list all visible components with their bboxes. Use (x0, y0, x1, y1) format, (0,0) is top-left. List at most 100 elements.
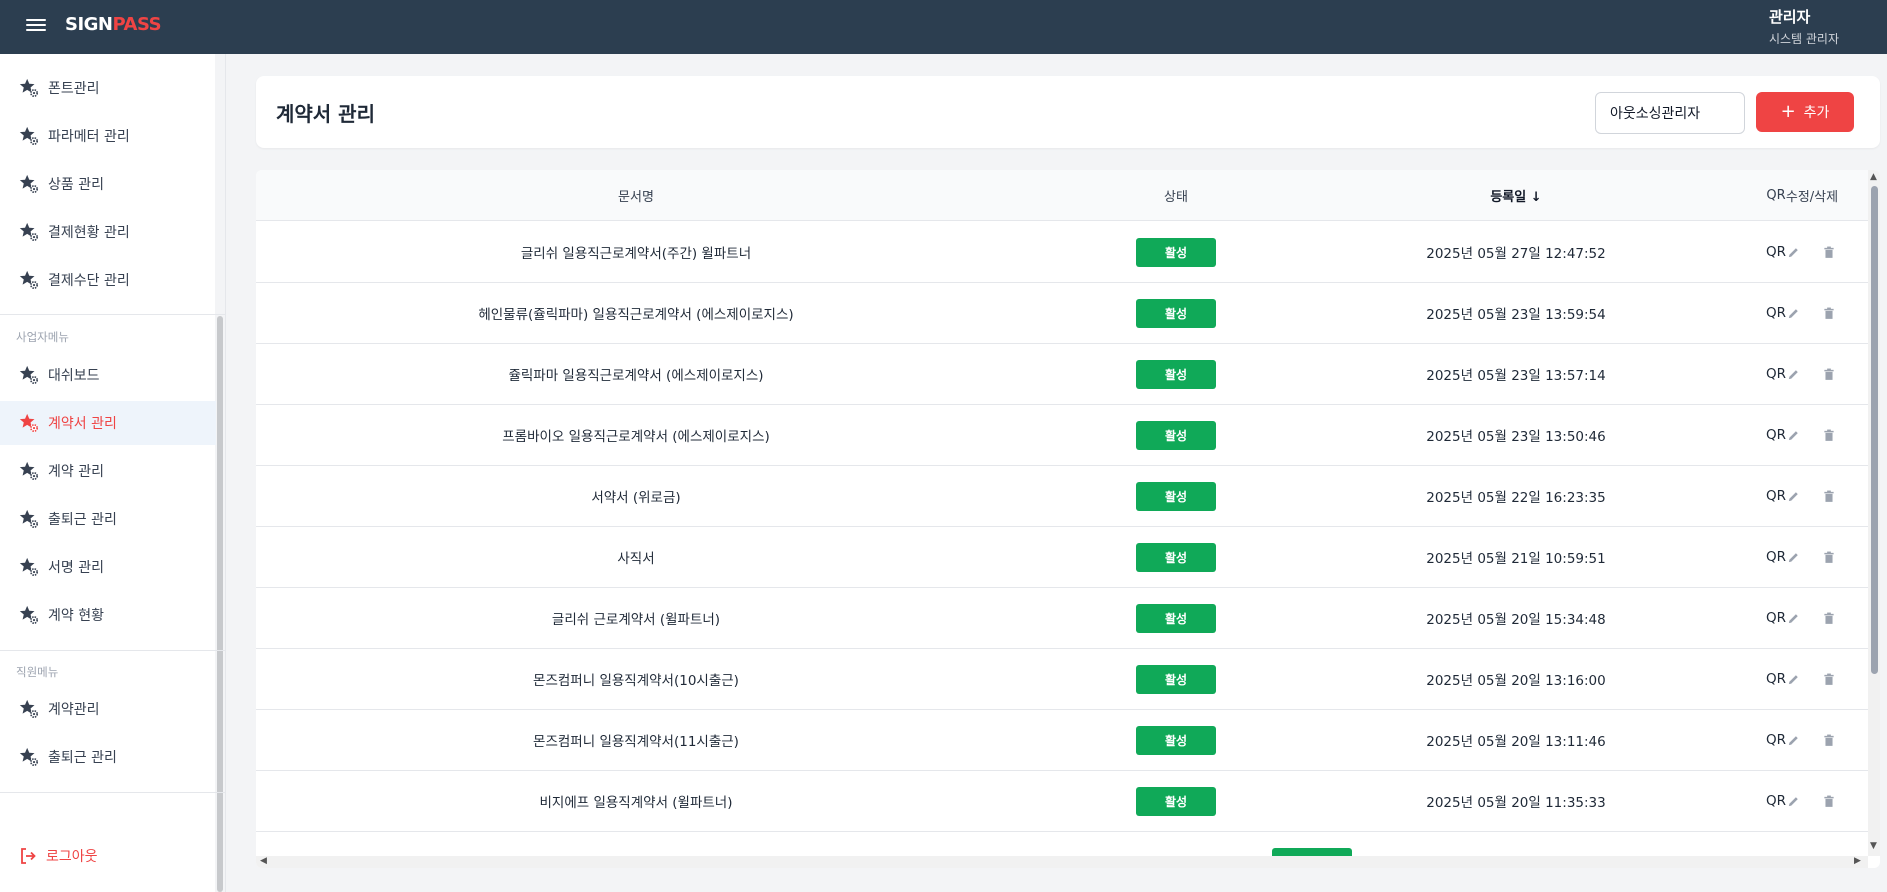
sidebar-divider (0, 792, 226, 793)
user-info[interactable]: 관리자 시스템 관리자 (1769, 6, 1839, 47)
edit-cell (1783, 649, 1803, 709)
sidebar-item[interactable]: 계약서 관리 (0, 401, 216, 445)
star-gear-icon (18, 77, 40, 99)
scroll-right-arrow-icon[interactable]: ▶ (1854, 857, 1861, 866)
column-header-date[interactable]: 등록일 ↓ (1336, 170, 1696, 221)
status-badge: 활성 (1136, 298, 1216, 328)
cell-document-name[interactable]: 쥴릭파마 일용직근로계약서 (에스제이로지스) (256, 344, 1016, 404)
sidebar-item[interactable]: 대쉬보드 (0, 353, 216, 397)
cell-status: 활성 (1016, 283, 1336, 343)
delete-cell (1819, 405, 1839, 465)
delete-trash-icon[interactable] (1820, 548, 1838, 566)
delete-trash-icon[interactable] (1820, 365, 1838, 383)
filter-select[interactable]: 아웃소싱관리자 (1595, 92, 1745, 134)
edit-pencil-icon[interactable] (1784, 365, 1802, 383)
scroll-up-arrow-icon[interactable]: ▲ (1870, 173, 1877, 182)
cell-document-name[interactable]: 몬즈컴퍼니 일용직계약서(10시출근) (256, 649, 1016, 709)
cell-status: 활성 (1016, 588, 1336, 648)
table-row[interactable]: 글리쉬 근로계약서 (윌파트너) 활성 2025년 05월 20일 15:34:48… (256, 588, 1868, 649)
table-row[interactable]: 서약서 (위로금) 활성 2025년 05월 22일 16:23:35 QR (256, 466, 1868, 527)
sidebar-item[interactable]: 상품 관리 (0, 162, 216, 206)
edit-pencil-icon[interactable] (1784, 304, 1802, 322)
table-row[interactable]: 사직서 활성 2025년 05월 21일 10:59:51 QR (256, 527, 1868, 588)
delete-cell (1819, 466, 1839, 526)
cell-document-name[interactable]: 프롬바이오 일용직근로계약서 (에스제이로지스) (256, 405, 1016, 465)
sidebar-item[interactable]: 결제수단 관리 (0, 258, 216, 302)
sidebar-item[interactable]: 서명 관리 (0, 545, 216, 589)
star-gear-icon (18, 269, 40, 291)
table-horizontal-scrollbar[interactable]: ◀ ▶ (256, 856, 1868, 868)
logout-icon (21, 848, 36, 864)
edit-pencil-icon[interactable] (1784, 243, 1802, 261)
delete-trash-icon[interactable] (1820, 487, 1838, 505)
table-row[interactable]: 몬즈컴퍼니 일용직계약서(10시출근) 활성 2025년 05월 20일 13:16… (256, 649, 1868, 710)
table-vertical-thumb[interactable] (1871, 186, 1878, 674)
app-logo[interactable]: SIGNPASS (65, 14, 162, 35)
sidebar-item[interactable]: 폰트관리 (0, 66, 216, 110)
delete-trash-icon[interactable] (1820, 243, 1838, 261)
delete-cell (1819, 344, 1839, 404)
sidebar-item[interactable]: 결제현황 관리 (0, 210, 216, 254)
delete-trash-icon[interactable] (1820, 792, 1838, 810)
edit-pencil-icon[interactable] (1784, 731, 1802, 749)
star-gear-icon (18, 460, 40, 482)
sidebar-item[interactable]: 계약 현황 (0, 593, 216, 637)
star-gear-icon (18, 746, 40, 768)
table-row[interactable]: 글리쉬 일용직근로계약서(주간) 윌파트너 활성 2025년 05월 27일 12:… (256, 222, 1868, 283)
cell-document-name[interactable]: 글리쉬 근로계약서 (윌파트너) (256, 588, 1016, 648)
delete-trash-icon[interactable] (1820, 426, 1838, 444)
edit-pencil-icon[interactable] (1784, 487, 1802, 505)
delete-trash-icon[interactable] (1820, 731, 1838, 749)
sidebar-divider (0, 650, 226, 651)
sidebar-item-label: 계약서 관리 (48, 416, 117, 432)
scroll-left-arrow-icon[interactable]: ◀ (260, 857, 267, 866)
edit-pencil-icon[interactable] (1784, 426, 1802, 444)
edit-cell (1783, 405, 1803, 465)
cell-date: 2025년 05월 21일 10:59:51 (1426, 551, 1606, 567)
delete-cell (1819, 283, 1839, 343)
scroll-down-arrow-icon[interactable]: ▼ (1870, 842, 1877, 851)
edit-pencil-icon[interactable] (1784, 670, 1802, 688)
status-badge: 활성 (1136, 725, 1216, 755)
star-gear-icon (18, 508, 40, 530)
column-header-name[interactable]: 문서명 (256, 170, 1016, 221)
sidebar-item[interactable]: 출퇴근 관리 (0, 497, 216, 541)
sidebar-item[interactable]: 계약 관리 (0, 449, 216, 493)
delete-trash-icon[interactable] (1820, 304, 1838, 322)
star-gear-icon (18, 556, 40, 578)
section-label-staff: 직원메뉴 (16, 665, 59, 679)
cell-document-name[interactable]: 몬즈컴퍼니 일용직계약서(11시출근) (256, 710, 1016, 770)
add-button[interactable]: + 추가 (1756, 92, 1854, 132)
delete-cell (1819, 710, 1839, 770)
sidebar-item[interactable]: 출퇴근 관리 (0, 735, 216, 779)
table-row[interactable]: 몬즈컴퍼니 일용직계약서(11시출근) 활성 2025년 05월 20일 13:11… (256, 710, 1868, 771)
column-header-status[interactable]: 상태 (1016, 170, 1336, 221)
hamburger-menu-icon[interactable] (26, 16, 46, 36)
table-row[interactable]: 프롬바이오 일용직근로계약서 (에스제이로지스) 활성 2025년 05월 23일 … (256, 405, 1868, 466)
table-row[interactable]: 헤인물류(쥴릭파마) 일용직근로계약서 (에스제이로지스) 활성 2025년 05월… (256, 283, 1868, 344)
cell-document-name[interactable]: 비지에프 일용직계약서 (윌파트너) (256, 771, 1016, 831)
sidebar-item-label: 출퇴근 관리 (48, 512, 117, 528)
sidebar-item[interactable]: 파라메터 관리 (0, 114, 216, 158)
logout-button[interactable]: 로그아웃 (0, 838, 216, 874)
edit-pencil-icon[interactable] (1784, 792, 1802, 810)
cell-document-name[interactable]: 글리쉬 일용직근로계약서(주간) 윌파트너 (256, 222, 1016, 282)
cell-document-name[interactable]: 헤인물류(쥴릭파마) 일용직근로계약서 (에스제이로지스) (256, 283, 1016, 343)
partial-status-badge (1272, 848, 1352, 856)
edit-pencil-icon[interactable] (1784, 548, 1802, 566)
delete-trash-icon[interactable] (1820, 670, 1838, 688)
sidebar-divider (0, 314, 226, 315)
cell-document-name[interactable]: 사직서 (256, 527, 1016, 587)
table-vertical-scrollbar[interactable]: ▲ ▼ (1868, 170, 1880, 856)
column-header-actions: 수정/삭제 (1785, 190, 1839, 205)
edit-pencil-icon[interactable] (1784, 609, 1802, 627)
cell-date: 2025년 05월 27일 12:47:52 (1426, 246, 1606, 262)
delete-trash-icon[interactable] (1820, 609, 1838, 627)
sidebar-item-label: 파라메터 관리 (48, 129, 130, 145)
table-row[interactable]: 쥴릭파마 일용직근로계약서 (에스제이로지스) 활성 2025년 05월 23일 1… (256, 344, 1868, 405)
sidebar-scrollbar[interactable] (217, 316, 223, 892)
table-header: 문서명 상태 등록일 ↓ QR 수정/삭제 (256, 170, 1868, 221)
cell-document-name[interactable]: 서약서 (위로금) (256, 466, 1016, 526)
sidebar-item[interactable]: 계약관리 (0, 687, 216, 731)
table-row[interactable]: 비지에프 일용직계약서 (윌파트너) 활성 2025년 05월 20일 11:35:… (256, 771, 1868, 832)
